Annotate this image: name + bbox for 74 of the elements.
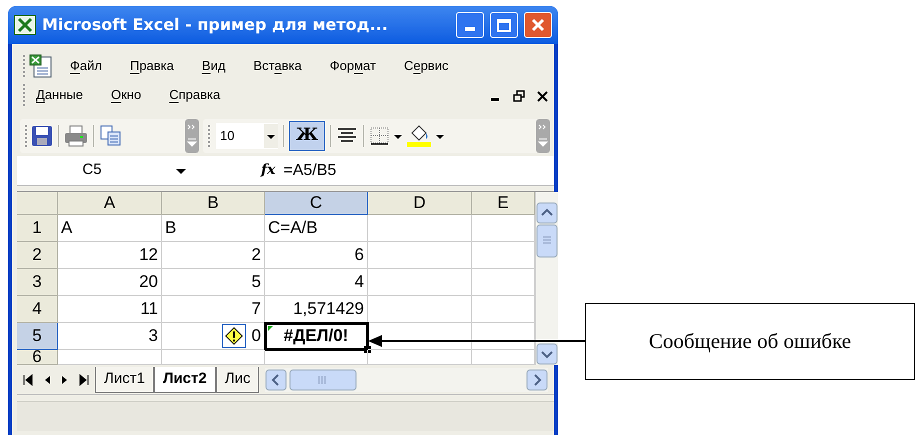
cell-text: 0 [252,325,261,348]
name-box[interactable]: C5 [17,158,167,184]
minimize-icon [465,27,475,31]
cell-text: A [61,217,72,240]
error-warning-icon[interactable] [222,324,246,348]
maximize-icon [497,18,511,32]
callout-text: Сообщение об ошибке [648,328,852,355]
maximize-button[interactable] [490,12,518,38]
menu-item[interactable]: Окно [104,85,148,105]
cell-text: #ДЕЛ/0! [284,325,348,348]
row-header[interactable]: 4 [17,296,58,323]
scroll-right-icon[interactable] [526,368,548,390]
cell-text: 5 [252,271,261,294]
row-header[interactable]: 3 [17,269,58,296]
cell-text: 6 [354,244,364,266]
formula-field[interactable]: =A5/B5 [283,158,554,182]
cell-text: 12 [139,244,158,266]
last-sheet-icon[interactable] [79,374,89,386]
print-icon[interactable] [64,125,88,147]
workbook-icon[interactable] [29,54,53,78]
copy-icon[interactable] [99,125,123,147]
align-center-icon[interactable] [336,127,358,145]
cell-text: 7 [252,298,261,320]
first-sheet-icon[interactable] [23,374,33,386]
cell-text: B [165,217,176,240]
menu-item[interactable]: Данные [29,85,90,105]
cell-text: 20 [139,271,158,294]
cell-text: 2 [252,244,261,266]
cell-text: C=A/B [268,217,318,240]
cell-text: 4 [354,271,364,294]
column-header[interactable]: E [472,192,535,215]
minimize-button[interactable] [456,12,484,38]
menu-item[interactable]: Сервис [396,56,456,76]
cell-text: 1,571429 [293,298,364,320]
scroll-up-icon[interactable] [536,202,558,224]
column-header[interactable]: D [368,192,472,215]
menu-item[interactable]: Вставка [246,56,309,76]
row-header[interactable]: 1 [17,215,58,242]
menu-item[interactable]: Файл [63,56,109,76]
cell-text: 11 [140,298,158,320]
horizontal-scrollbar[interactable] [265,368,548,392]
sheet-tab[interactable]: Лис [216,366,260,392]
previous-sheet-icon[interactable] [43,374,51,386]
save-icon[interactable] [31,125,53,147]
window-title: Microsoft Excel - пример для метод... [42,14,389,36]
row-header[interactable]: 6 [17,350,58,365]
close-icon [531,18,545,32]
scroll-left-icon[interactable] [265,368,288,390]
next-sheet-icon[interactable] [61,374,69,386]
borders-icon[interactable] [369,126,391,146]
font-size-combo[interactable]: 10 [216,123,278,149]
menu-item[interactable]: Вид [194,56,232,76]
spreadsheet-app-icon [14,15,36,35]
sheet-tab[interactable]: Лист2 [154,366,216,392]
fill-color-icon[interactable] [405,124,433,148]
column-header[interactable]: B [162,192,265,215]
insert-function-icon[interactable]: fx [261,160,276,181]
row-header[interactable]: 5 [17,323,58,350]
menu-item[interactable]: Справка [162,85,228,105]
menu-item[interactable]: Формат [322,56,383,76]
column-header[interactable]: C [265,192,368,215]
vertical-scrollbar[interactable] [535,192,558,365]
bold-button[interactable]: Ж [289,121,325,151]
row-header[interactable]: 2 [17,242,58,269]
scroll-thumb[interactable] [536,224,558,258]
scroll-down-icon[interactable] [536,343,558,365]
cell-text: 3 [148,325,158,348]
sheet-tab[interactable]: Лист1 [95,366,154,392]
close-workbook-icon[interactable] [537,90,548,102]
close-button[interactable] [524,12,552,38]
menu-item[interactable]: Правка [122,56,181,76]
scroll-thumb[interactable] [289,368,358,390]
column-header[interactable]: A [58,192,162,215]
restore-workbook-icon[interactable] [513,90,525,102]
